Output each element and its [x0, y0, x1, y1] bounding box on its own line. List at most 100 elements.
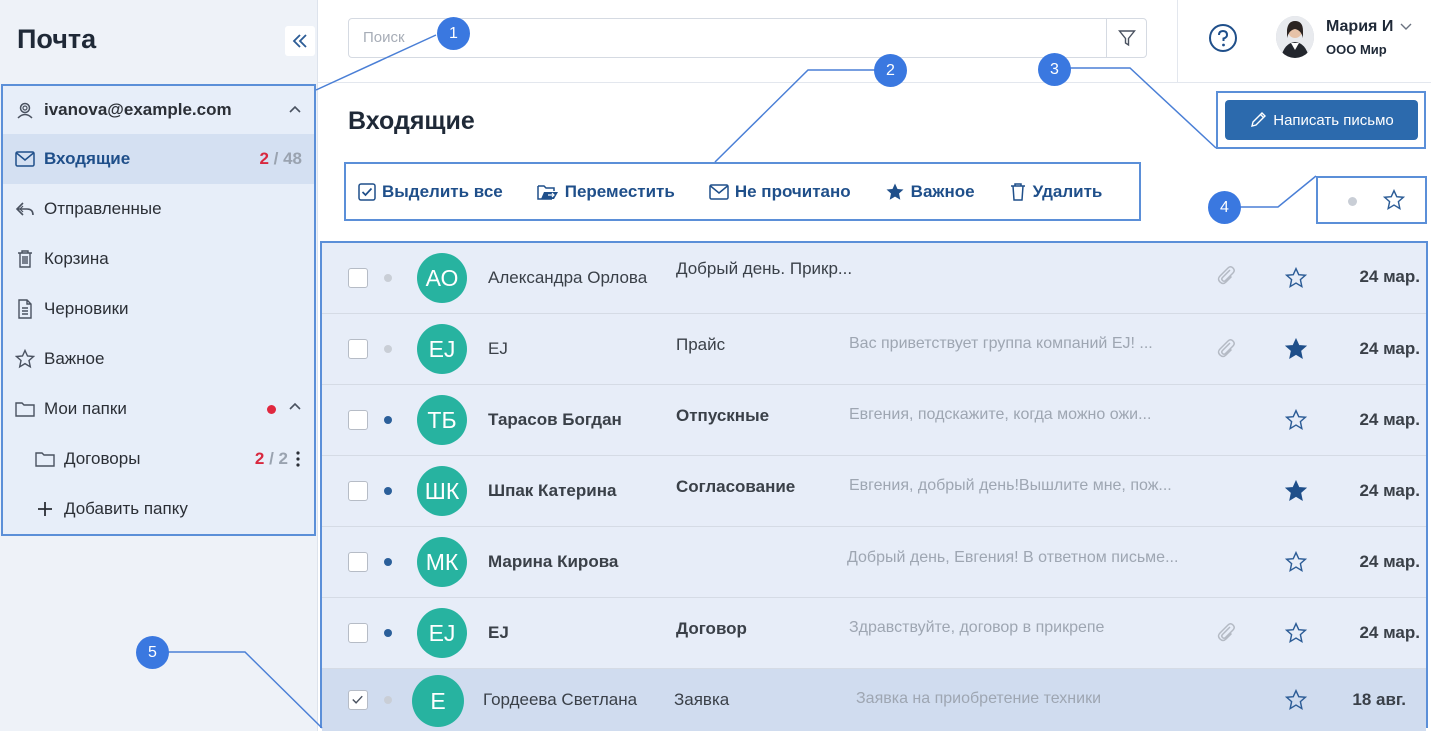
- mail-subject: Добрый день. Прикр...: [676, 259, 853, 278]
- row-checkbox[interactable]: [348, 268, 368, 288]
- sidebar-item-contracts[interactable]: Договоры 2 / 2: [3, 434, 314, 484]
- sender-avatar: АО: [417, 253, 467, 303]
- unread-indicator[interactable]: [384, 345, 392, 353]
- select-all-button[interactable]: Выделить все: [358, 182, 503, 202]
- sender-avatar: EJ: [417, 324, 467, 374]
- unread-indicator[interactable]: [384, 274, 392, 282]
- inbox-counter: 2 / 48: [259, 149, 302, 169]
- trash-icon: [14, 248, 36, 270]
- mark-unread-label: Не прочитано: [734, 181, 851, 201]
- account-header[interactable]: ivanova@example.com: [3, 86, 314, 134]
- user-profile[interactable]: Мария И ООО Мир: [1276, 16, 1426, 62]
- callout-badge: 5: [136, 636, 169, 669]
- move-button[interactable]: Переместить: [536, 181, 675, 202]
- compose-label: Написать письмо: [1273, 111, 1394, 129]
- mail-subject: Договор: [676, 619, 747, 638]
- sidebar-item-trash[interactable]: Корзина: [3, 234, 314, 284]
- mark-unread-button[interactable]: Не прочитано: [709, 182, 851, 202]
- unread-indicator[interactable]: [384, 696, 392, 704]
- row-checkbox[interactable]: [348, 481, 368, 501]
- star-icon[interactable]: [1284, 266, 1308, 294]
- total-count: 2: [278, 449, 288, 468]
- user-name: Мария И: [1326, 18, 1412, 36]
- sidebar-item-my-folders[interactable]: Мои папки: [3, 384, 314, 434]
- count-separator: /: [268, 149, 284, 168]
- sidebar: Почта ivanova@example.com Входящие 2 / 4…: [0, 0, 318, 731]
- envelope-icon: [709, 183, 729, 200]
- mail-row[interactable]: EJ EJ Договор Здравствуйте, договор в прикр…: [322, 598, 1426, 669]
- sidebar-item-label: Корзина: [44, 249, 109, 268]
- mail-row[interactable]: ТБ Тарасов Богдан Отпускные Евгения, подска…: [322, 385, 1426, 456]
- compose-button[interactable]: Написать письмо: [1225, 100, 1418, 140]
- mail-list: АО Александра Орлова Добрый день. Прикр...…: [320, 241, 1428, 731]
- chevron-down-icon[interactable]: [1400, 21, 1412, 31]
- sender-name: EJ: [488, 339, 508, 358]
- star-icon[interactable]: [1284, 408, 1308, 436]
- folder-controls: [267, 399, 302, 419]
- unread-indicator[interactable]: [384, 629, 392, 637]
- row-checkbox[interactable]: [348, 623, 368, 643]
- total-count: 48: [283, 149, 302, 168]
- star-filled-icon[interactable]: [1284, 479, 1308, 507]
- checkbox-checked-icon: [358, 182, 376, 201]
- star-filter-icon[interactable]: [1382, 188, 1406, 216]
- mail-preview: Заявка на приобретение техники: [856, 690, 1101, 707]
- collapse-sidebar-button[interactable]: [285, 26, 315, 56]
- sidebar-item-label: Договоры: [64, 449, 141, 468]
- star-icon[interactable]: [1284, 621, 1308, 649]
- avatar: [1276, 16, 1314, 58]
- mail-row[interactable]: МК Марина Кирова Добрый день, Евгения! В о…: [322, 527, 1426, 598]
- mail-row[interactable]: АО Александра Орлова Добрый день. Прикр...…: [322, 243, 1426, 314]
- sidebar-item-label: Черновики: [44, 299, 129, 318]
- new-mail-dot: [267, 404, 276, 414]
- mail-preview: Евгения, добрый день!Вышлите мне, пож...: [849, 477, 1172, 494]
- user-organization: ООО Мир: [1326, 42, 1387, 57]
- star-icon: [14, 348, 36, 370]
- sender-name: Гордеева Светлана: [483, 690, 638, 709]
- row-checkbox[interactable]: [348, 552, 368, 572]
- mail-subject: Отпускные: [676, 406, 770, 425]
- filter-button[interactable]: [1106, 19, 1146, 57]
- sidebar-item-inbox[interactable]: Входящие 2 / 48: [3, 134, 314, 184]
- mail-preview: Здравствуйте, договор в прикрепе: [849, 619, 1105, 636]
- mail-subject: Прайс: [676, 335, 726, 354]
- chevron-up-icon[interactable]: [288, 103, 302, 117]
- add-folder-button[interactable]: Добавить папку: [3, 484, 314, 534]
- help-button[interactable]: [1208, 23, 1238, 53]
- sender-avatar: ТБ: [417, 395, 467, 445]
- star-icon[interactable]: [1284, 550, 1308, 578]
- pencil-icon: [1249, 111, 1267, 129]
- delete-label: Удалить: [1032, 181, 1103, 201]
- question-icon: [1209, 24, 1237, 52]
- filter-icon: [1117, 30, 1136, 47]
- unread-filter-dot[interactable]: [1348, 197, 1357, 206]
- sender-avatar: ШК: [417, 466, 467, 516]
- unread-indicator[interactable]: [384, 416, 392, 424]
- mark-important-button[interactable]: Важное: [885, 182, 975, 202]
- more-vertical-icon[interactable]: [296, 451, 300, 467]
- document-icon: [14, 298, 36, 320]
- mail-row[interactable]: Е Гордеева Светлана Заявка Заявка на приобр…: [322, 669, 1426, 731]
- row-checkbox[interactable]: [348, 410, 368, 430]
- sidebar-item-important[interactable]: Важное: [3, 334, 314, 384]
- star-icon[interactable]: [1284, 688, 1308, 716]
- row-checkbox[interactable]: [348, 690, 368, 710]
- sidebar-item-label: Мои папки: [44, 399, 127, 418]
- star-filled-icon[interactable]: [1284, 337, 1308, 365]
- move-label: Переместить: [564, 181, 675, 201]
- callout-badge: 4: [1208, 191, 1241, 224]
- unread-indicator[interactable]: [384, 558, 392, 566]
- sidebar-item-sent[interactable]: Отправленные: [3, 184, 314, 234]
- mail-date: 18 авг.: [1352, 690, 1406, 709]
- unread-indicator[interactable]: [384, 487, 392, 495]
- callout-badge: 3: [1038, 53, 1071, 86]
- chevron-up-icon[interactable]: [288, 399, 302, 419]
- row-checkbox[interactable]: [348, 339, 368, 359]
- delete-button[interactable]: Удалить: [1009, 181, 1103, 202]
- mail-row[interactable]: ШК Шпак Катерина Согласование Евгения, добр…: [322, 456, 1426, 527]
- sender-name: Марина Кирова: [488, 552, 619, 571]
- folder-move-icon: [536, 183, 559, 201]
- mail-preview: Вас приветствует группа компаний EJ! ...: [849, 335, 1153, 352]
- sidebar-item-drafts[interactable]: Черновики: [3, 284, 314, 334]
- mail-row[interactable]: EJ EJ Прайс Вас приветствует группа компани…: [322, 314, 1426, 385]
